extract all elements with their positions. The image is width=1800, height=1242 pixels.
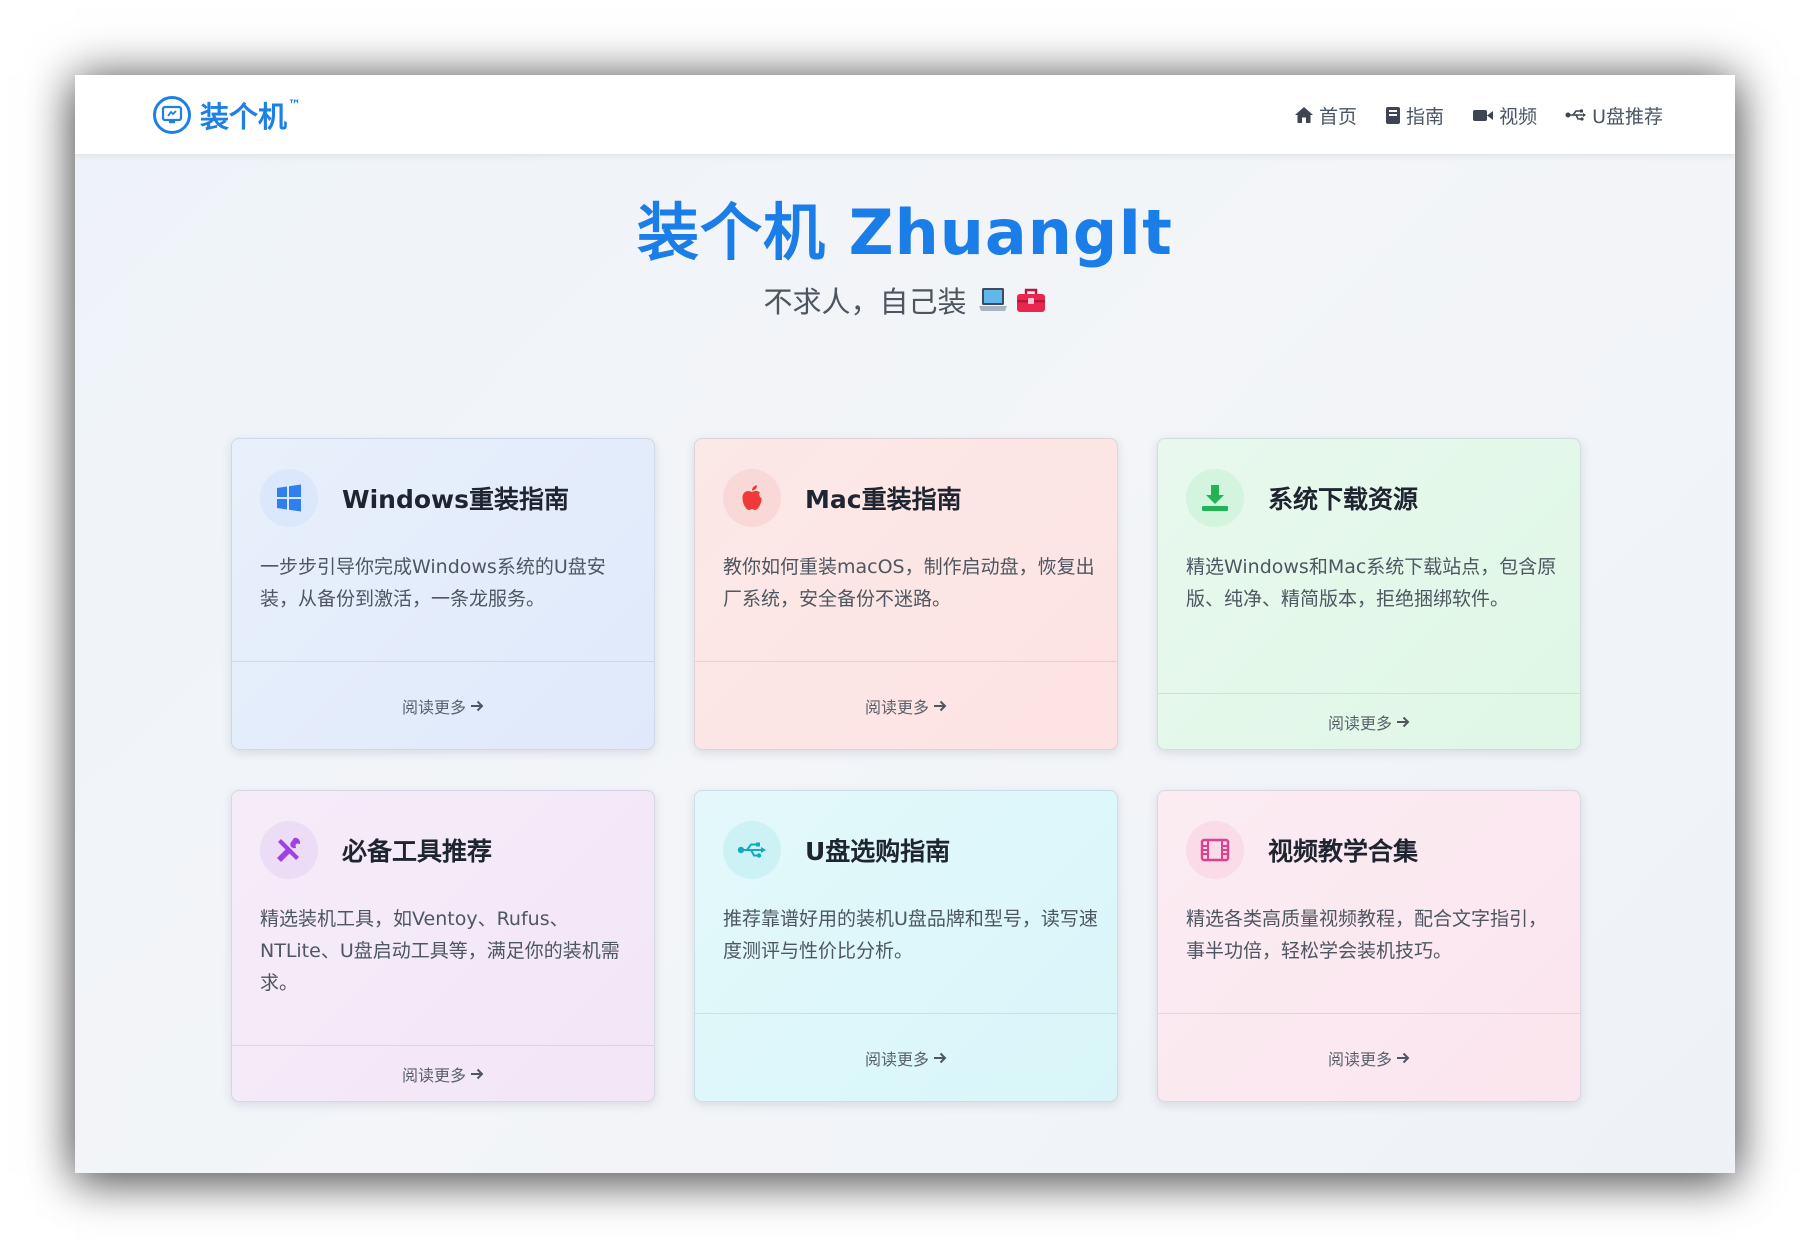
nav-item-guide[interactable]: 指南	[1385, 102, 1444, 129]
card-header: Mac重装指南	[723, 469, 962, 527]
nav-menu: 首页 指南 视频 U盘推荐	[1266, 99, 1663, 131]
nav-item-video[interactable]: 视频	[1472, 102, 1537, 129]
card-description: 推荐靠谱好用的装机U盘品牌和型号，读写速度测评与性价比分析。	[723, 908, 1098, 962]
arrow-right-icon	[934, 1052, 947, 1063]
nav-item-usb[interactable]: U盘推荐	[1565, 102, 1663, 129]
card-description: 精选Windows和Mac系统下载站点，包含原版、纯净、精简版本，拒绝捆绑软件。	[1186, 556, 1557, 610]
read-more-link[interactable]: 阅读更多	[1328, 1046, 1410, 1070]
card-footer: 阅读更多	[232, 1045, 654, 1101]
book-icon	[1386, 106, 1401, 124]
card-title: Mac重装指南	[805, 485, 962, 514]
card-title: U盘选购指南	[805, 837, 951, 866]
read-more-link[interactable]: 阅读更多	[402, 694, 484, 718]
trademark-symbol: ™	[288, 98, 302, 113]
read-more-label: 阅读更多	[1327, 713, 1392, 733]
card-header: U盘选购指南	[723, 821, 950, 879]
card-windows-guide[interactable]: Windows重装指南 一步步引导你完成Windows系统的U盘安装，从备份到激…	[231, 438, 655, 750]
hero-title: 装个机 ZhuangIt	[637, 196, 1173, 269]
laptop-icon	[978, 288, 1007, 311]
arrow-right-icon	[471, 1068, 484, 1079]
card-footer: 阅读更多	[1158, 693, 1580, 749]
card-title: Windows重装指南	[342, 485, 569, 514]
hero-subtitle: 不求人，自己装	[75, 279, 1735, 321]
read-more-link[interactable]: 阅读更多	[402, 1062, 484, 1086]
tools-icon	[260, 821, 318, 879]
card-header: 视频教学合集	[1186, 821, 1418, 879]
arrow-right-icon	[1397, 1052, 1410, 1063]
card-description: 一步步引导你完成Windows系统的U盘安装，从备份到激活，一条龙服务。	[260, 556, 606, 610]
nav-item-home[interactable]: 首页	[1294, 102, 1357, 129]
arrow-right-icon	[471, 700, 484, 711]
toolbox-icon	[1016, 288, 1045, 312]
card-title: 系统下载资源	[1268, 485, 1419, 514]
card-title: 必备工具推荐	[342, 837, 493, 866]
card-description: 精选各类高质量视频教程，配合文字指引，事半功倍，轻松学会装机技巧。	[1186, 908, 1548, 962]
read-more-label: 阅读更多	[1327, 1049, 1392, 1069]
nav-item-label: 指南	[1406, 105, 1445, 128]
home-icon	[1295, 107, 1314, 123]
apple-icon	[723, 469, 781, 527]
nav-item-label: 首页	[1319, 105, 1358, 128]
arrow-right-icon	[934, 700, 947, 711]
read-more-label: 阅读更多	[401, 1065, 466, 1085]
card-tools[interactable]: 必备工具推荐 精选装机工具，如Ventoy、Rufus、NTLite、U盘启动工…	[231, 790, 655, 1102]
card-title: 视频教学合集	[1268, 837, 1419, 866]
nav-item-label: 视频	[1499, 105, 1538, 128]
nav-item-label: U盘推荐	[1592, 105, 1663, 128]
card-footer: 阅读更多	[1158, 1013, 1580, 1101]
card-description: 教你如何重装macOS，制作启动盘，恢复出厂系统，安全备份不迷路。	[723, 556, 1095, 610]
card-header: 必备工具推荐	[260, 821, 492, 879]
usb-icon	[723, 821, 781, 879]
card-video-tutorials[interactable]: 视频教学合集 精选各类高质量视频教程，配合文字指引，事半功倍，轻松学会装机技巧。…	[1157, 790, 1581, 1102]
read-more-label: 阅读更多	[864, 1049, 929, 1069]
download-icon	[1186, 469, 1244, 527]
film-icon	[1186, 821, 1244, 879]
read-more-label: 阅读更多	[864, 697, 929, 717]
card-header: Windows重装指南	[260, 469, 569, 527]
card-footer: 阅读更多	[695, 661, 1117, 749]
arrow-right-icon	[1397, 716, 1410, 727]
hero-subtitle-text: 不求人，自己装	[763, 285, 967, 319]
top-navbar: 装个机 ™ 首页 指南 视频 U盘推荐	[75, 75, 1735, 155]
read-more-label: 阅读更多	[401, 697, 466, 717]
card-system-downloads[interactable]: 系统下载资源 精选Windows和Mac系统下载站点，包含原版、纯净、精简版本，…	[1157, 438, 1581, 750]
card-description: 精选装机工具，如Ventoy、Rufus、NTLite、U盘启动工具等，满足你的…	[260, 908, 620, 994]
card-header: 系统下载资源	[1186, 469, 1418, 527]
browser-page: 装个机 ™ 首页 指南 视频 U盘推荐 装个机 ZhuangIt 不求人，自己装…	[75, 75, 1735, 1173]
usb-icon	[1565, 109, 1587, 121]
card-footer: 阅读更多	[232, 661, 654, 749]
read-more-link[interactable]: 阅读更多	[865, 694, 947, 718]
windows-icon	[260, 469, 318, 527]
card-mac-guide[interactable]: Mac重装指南 教你如何重装macOS，制作启动盘，恢复出厂系统，安全备份不迷路…	[694, 438, 1118, 750]
hero-section: 装个机 ZhuangIt 不求人，自己装	[75, 195, 1735, 321]
brand-name: 装个机	[200, 100, 288, 134]
video-icon	[1473, 109, 1494, 121]
monitor-icon	[153, 96, 191, 134]
read-more-link[interactable]: 阅读更多	[1328, 710, 1410, 734]
card-footer: 阅读更多	[695, 1013, 1117, 1101]
card-usb-guide[interactable]: U盘选购指南 推荐靠谱好用的装机U盘品牌和型号，读写速度测评与性价比分析。 阅读…	[694, 790, 1118, 1102]
read-more-link[interactable]: 阅读更多	[865, 1046, 947, 1070]
brand[interactable]: 装个机 ™	[153, 94, 301, 136]
